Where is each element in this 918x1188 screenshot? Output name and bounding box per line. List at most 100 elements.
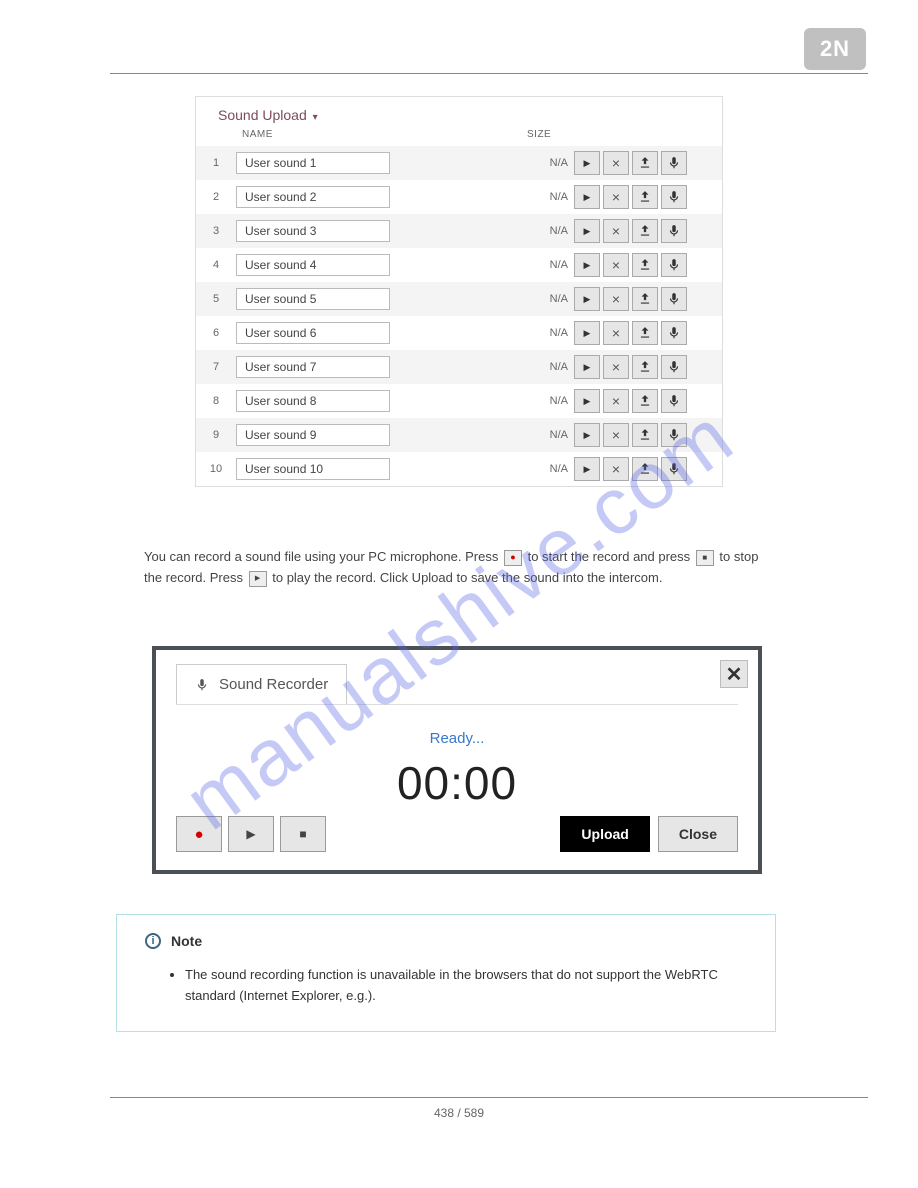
page-number: 438 / 589 [0, 1106, 918, 1120]
delete-sound-button[interactable] [603, 355, 629, 379]
note-bullet: The sound recording function is unavaila… [185, 965, 747, 1007]
play-sound-button[interactable] [574, 151, 600, 175]
play-sound-button[interactable] [574, 355, 600, 379]
play-sound-button[interactable] [574, 457, 600, 481]
sound-upload-panel: Sound Upload ▾ NAME SIZE 1N/A2N/A3N/A4N/… [195, 96, 723, 487]
info-icon: i [145, 933, 161, 949]
sound-size: N/A [534, 361, 574, 373]
sound-name-input[interactable] [236, 390, 390, 412]
play-sound-button[interactable] [574, 253, 600, 277]
sound-name-input[interactable] [236, 186, 390, 208]
play-sound-button[interactable] [574, 185, 600, 209]
row-index: 1 [196, 157, 236, 169]
header-divider [110, 73, 868, 74]
row-index: 3 [196, 225, 236, 237]
delete-sound-button[interactable] [603, 287, 629, 311]
record-sound-button[interactable] [661, 253, 687, 277]
upload-sound-button[interactable] [632, 287, 658, 311]
panel-title-text: Sound Upload [218, 107, 307, 123]
table-row: 7 N/A [196, 350, 722, 384]
row-index: 4 [196, 259, 236, 271]
table-header: NAME SIZE [196, 129, 722, 146]
upload-sound-button[interactable] [632, 219, 658, 243]
sound-name-input[interactable] [236, 458, 390, 480]
sound-size: N/A [534, 259, 574, 271]
sound-size: N/A [534, 191, 574, 203]
sound-size: N/A [534, 395, 574, 407]
delete-sound-button[interactable] [603, 185, 629, 209]
delete-sound-button[interactable] [603, 151, 629, 175]
recorder-tab: Sound Recorder [176, 664, 347, 704]
table-row: 9N/A [196, 418, 722, 452]
table-row: 10 N/A [196, 452, 722, 486]
note-title: Note [171, 933, 202, 949]
upload-sound-button[interactable] [632, 457, 658, 481]
delete-sound-button[interactable] [603, 321, 629, 345]
record-sound-button[interactable] [661, 287, 687, 311]
record-sound-button[interactable] [661, 151, 687, 175]
footer-divider [110, 1097, 868, 1098]
row-index: 5 [196, 293, 236, 305]
close-icon: ✕ [726, 662, 743, 687]
sound-name-input[interactable] [236, 254, 390, 276]
upload-sound-button[interactable] [632, 151, 658, 175]
sound-name-input[interactable] [236, 152, 390, 174]
stop-button[interactable] [280, 816, 326, 852]
upload-sound-button[interactable] [632, 355, 658, 379]
upload-sound-button[interactable] [632, 321, 658, 345]
sound-size: N/A [534, 225, 574, 237]
close-button[interactable]: ✕ [720, 660, 748, 688]
table-row: 2 N/A [196, 180, 722, 214]
table-row: 5N/A [196, 282, 722, 316]
record-sound-button[interactable] [661, 423, 687, 447]
play-sound-button[interactable] [574, 287, 600, 311]
column-header-name: NAME [236, 129, 527, 140]
row-index: 7 [196, 361, 236, 373]
row-index: 9 [196, 429, 236, 441]
sound-size: N/A [534, 463, 574, 475]
sound-name-input[interactable] [236, 288, 390, 310]
recorder-tab-label: Sound Recorder [219, 676, 328, 693]
stop-icon [696, 550, 714, 566]
instruction-paragraph: You can record a sound file using your P… [144, 546, 774, 589]
sound-name-input[interactable] [236, 424, 390, 446]
delete-sound-button[interactable] [603, 219, 629, 243]
upload-sound-button[interactable] [632, 253, 658, 277]
delete-sound-button[interactable] [603, 253, 629, 277]
sound-recorder-dialog: Sound Recorder ✕ Ready... 00:00 Upload C… [152, 646, 762, 874]
record-sound-button[interactable] [661, 355, 687, 379]
record-sound-button[interactable] [661, 185, 687, 209]
delete-sound-button[interactable] [603, 457, 629, 481]
play-sound-button[interactable] [574, 389, 600, 413]
table-row: 6N/A [196, 316, 722, 350]
play-sound-button[interactable] [574, 423, 600, 447]
delete-sound-button[interactable] [603, 389, 629, 413]
para-text-2: to start the record and press [528, 549, 694, 564]
play-icon [249, 571, 267, 587]
row-index: 8 [196, 395, 236, 407]
play-button[interactable] [228, 816, 274, 852]
record-sound-button[interactable] [661, 219, 687, 243]
sound-name-input[interactable] [236, 220, 390, 242]
table-row: 4 N/A [196, 248, 722, 282]
upload-sound-button[interactable] [632, 185, 658, 209]
row-index: 2 [196, 191, 236, 203]
upload-sound-button[interactable] [632, 423, 658, 447]
chevron-down-icon: ▾ [313, 112, 318, 123]
panel-title[interactable]: Sound Upload ▾ [196, 97, 722, 129]
record-sound-button[interactable] [661, 389, 687, 413]
record-button[interactable] [176, 816, 222, 852]
recorder-status: Ready... [156, 730, 758, 747]
table-row: 1N/A [196, 146, 722, 180]
row-index: 10 [196, 463, 236, 475]
upload-button[interactable]: Upload [560, 816, 649, 852]
sound-name-input[interactable] [236, 356, 390, 378]
record-sound-button[interactable] [661, 321, 687, 345]
delete-sound-button[interactable] [603, 423, 629, 447]
play-sound-button[interactable] [574, 321, 600, 345]
record-sound-button[interactable] [661, 457, 687, 481]
sound-name-input[interactable] [236, 322, 390, 344]
upload-sound-button[interactable] [632, 389, 658, 413]
play-sound-button[interactable] [574, 219, 600, 243]
close-dialog-button[interactable]: Close [658, 816, 738, 852]
